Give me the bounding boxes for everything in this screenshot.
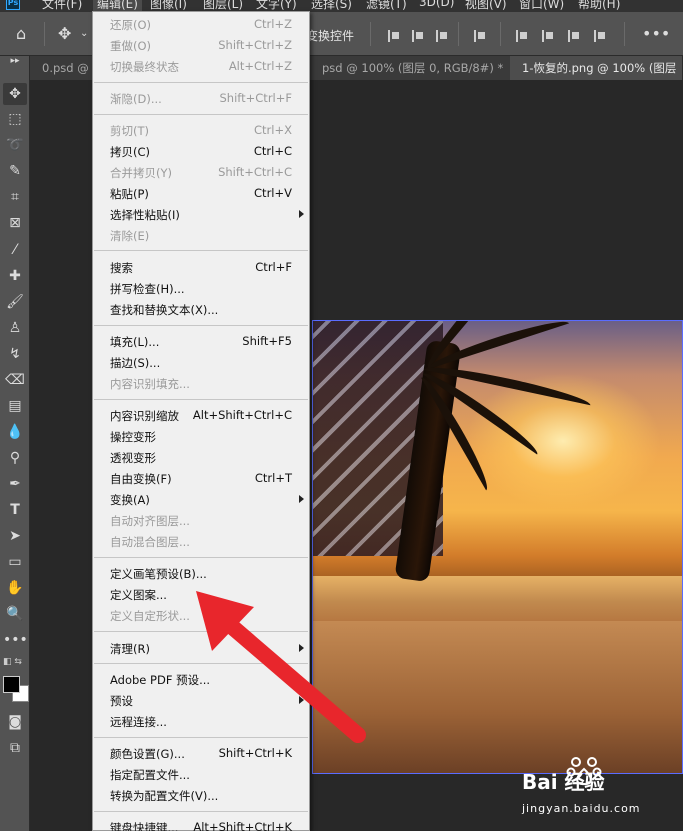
divider — [500, 22, 501, 46]
dodge-tool-icon[interactable]: ⚲ — [3, 447, 27, 469]
align-bottom-icon[interactable] — [568, 30, 580, 42]
menu-item-auto-align-layers[interactable]: 自动对齐图层... — [93, 510, 309, 531]
align-middle-v-icon[interactable] — [542, 30, 554, 42]
menu-item-paste-special[interactable]: 选择性粘贴(I) — [93, 204, 309, 225]
menu-item-free-transform[interactable]: 自由变换(F) Ctrl+T — [93, 468, 309, 489]
watermark-brand: Bai 经验 — [522, 770, 605, 794]
distribute-v-icon[interactable] — [594, 30, 606, 42]
divider — [624, 22, 625, 46]
history-brush-tool-icon[interactable]: ↯ — [3, 343, 27, 365]
menu-item-auto-blend-layers[interactable]: 自动混合图层... — [93, 531, 309, 552]
menu-item-redo[interactable]: 重做(O) Shift+Ctrl+Z — [93, 35, 309, 56]
menu-separator — [94, 557, 308, 558]
menu-window[interactable]: 窗口(W) — [519, 0, 564, 12]
menu-item-paste[interactable]: 粘贴(P) Ctrl+V — [93, 183, 309, 204]
divider — [370, 22, 371, 46]
menu-item-clear[interactable]: 清除(E) — [93, 225, 309, 246]
menu-3d[interactable]: 3D(D) — [419, 0, 454, 9]
menu-item-undo[interactable]: 还原(O) Ctrl+Z — [93, 14, 309, 35]
menu-file[interactable]: 文件(F) — [42, 0, 82, 12]
more-options-icon[interactable]: ••• — [642, 24, 670, 44]
gradient-tool-icon[interactable]: ▤ — [3, 395, 27, 417]
menu-item-copy[interactable]: 拷贝(C) Ctrl+C — [93, 141, 309, 162]
menu-item-content-aware-scale[interactable]: 内容识别缩放 Alt+Shift+Ctrl+C — [93, 405, 309, 426]
lasso-tool-icon[interactable]: ➰ — [3, 134, 27, 156]
menu-filter[interactable]: 滤镜(T) — [366, 0, 407, 12]
healing-brush-tool-icon[interactable]: ✚ — [3, 265, 27, 287]
menu-separator — [94, 82, 308, 83]
tools-panel: ▸▸ ✥ ⬚ ➰ ✎ ⌗ ⊠ ⁄ ✚ 🖌 ♙ ↯ ⌫ ▤ 💧 ⚲ ✒ T ➤ ▭… — [0, 56, 30, 831]
menu-separator — [94, 250, 308, 251]
align-right-icon[interactable] — [436, 30, 448, 42]
menu-view[interactable]: 视图(V) — [465, 0, 507, 12]
distribute-h-icon[interactable] — [474, 30, 486, 42]
menu-separator — [94, 325, 308, 326]
menu-item-puppet-warp[interactable]: 操控变形 — [93, 426, 309, 447]
menu-item-assign-profile[interactable]: 指定配置文件... — [93, 764, 309, 785]
menu-item-transform[interactable]: 变换(A) — [93, 489, 309, 510]
menu-item-copy-merged[interactable]: 合并拷贝(Y) Shift+Ctrl+C — [93, 162, 309, 183]
path-selection-tool-icon[interactable]: ➤ — [3, 525, 27, 547]
menu-item-check-spelling[interactable]: 拼写检查(H)... — [93, 278, 309, 299]
move-tool-icon[interactable]: ✥ — [3, 83, 27, 105]
menu-item-perspective-warp[interactable]: 透视变形 — [93, 447, 309, 468]
submenu-arrow-icon — [299, 210, 304, 218]
menu-separator — [94, 114, 308, 115]
divider — [458, 22, 459, 46]
menu-select[interactable]: 选择(S) — [311, 0, 352, 12]
quick-mask-icon[interactable]: ◙ — [3, 711, 27, 733]
menu-item-keyboard-shortcuts[interactable]: 键盘快捷键... Alt+Shift+Ctrl+K — [93, 817, 309, 831]
tab-restored-png[interactable]: 1-恢复的.png @ 100% (图层 — [510, 56, 683, 80]
brush-tool-icon[interactable]: 🖌 — [3, 291, 27, 313]
watermark-url: jingyan.baidu.com — [522, 802, 641, 815]
menu-item-search[interactable]: 搜索 Ctrl+F — [93, 257, 309, 278]
home-icon[interactable]: ⌂ — [16, 24, 26, 44]
align-left-icon[interactable] — [388, 30, 400, 42]
frame-tool-icon[interactable]: ⊠ — [3, 212, 27, 234]
collapse-panel-icon[interactable]: ▸▸ — [3, 56, 27, 66]
screen-mode-icon[interactable]: ⧉ — [3, 737, 27, 759]
show-transform-controls-label[interactable]: 变换控件 — [306, 27, 354, 44]
zoom-tool-icon[interactable]: 🔍 — [3, 603, 27, 625]
menu-item-convert-to-profile[interactable]: 转换为配置文件(V)... — [93, 785, 309, 806]
menu-item-fade[interactable]: 渐隐(D)... Shift+Ctrl+F — [93, 88, 309, 109]
default-colors-icon[interactable]: ◧ ⇆ — [3, 657, 22, 667]
eraser-tool-icon[interactable]: ⌫ — [3, 369, 27, 391]
menu-item-find-replace-text[interactable]: 查找和替换文本(X)... — [93, 299, 309, 320]
align-top-icon[interactable] — [516, 30, 528, 42]
foreground-color-swatch[interactable] — [3, 676, 20, 693]
align-center-h-icon[interactable] — [412, 30, 424, 42]
menu-item-stroke[interactable]: 描边(S)... — [93, 352, 309, 373]
menu-separator — [94, 399, 308, 400]
menu-item-color-settings[interactable]: 颜色设置(G)... Shift+Ctrl+K — [93, 743, 309, 764]
rectangle-tool-icon[interactable]: ▭ — [3, 551, 27, 573]
menu-item-fill[interactable]: 填充(L)... Shift+F5 — [93, 331, 309, 352]
pen-tool-icon[interactable]: ✒ — [3, 473, 27, 495]
tab-0-psd[interactable]: 0.psd @ — [30, 56, 94, 80]
menu-help[interactable]: 帮助(H) — [578, 0, 620, 12]
menu-item-content-aware-fill[interactable]: 内容识别填充... — [93, 373, 309, 394]
menu-item-cut[interactable]: 剪切(T) Ctrl+X — [93, 120, 309, 141]
hand-tool-icon[interactable]: ✋ — [3, 577, 27, 599]
crop-tool-icon[interactable]: ⌗ — [3, 186, 27, 208]
submenu-arrow-icon — [299, 495, 304, 503]
type-tool-icon[interactable]: T — [3, 499, 27, 521]
marquee-tool-icon[interactable]: ⬚ — [3, 108, 27, 130]
red-arrow-annotation-icon — [196, 591, 366, 743]
eyedropper-tool-icon[interactable]: ⁄ — [3, 239, 27, 261]
photoshop-logo-icon: Ps — [6, 0, 20, 10]
menu-separator — [94, 811, 308, 812]
menu-item-toggle-last-state[interactable]: 切换最终状态 Alt+Ctrl+Z — [93, 56, 309, 77]
blur-tool-icon[interactable]: 💧 — [3, 421, 27, 443]
edit-toolbar-icon[interactable]: ••• — [3, 629, 28, 651]
chevron-down-icon[interactable]: ⌄ — [80, 24, 88, 44]
divider — [44, 22, 45, 46]
tab-psd-layer0[interactable]: psd @ 100% (图层 0, RGB/8#) * — [310, 56, 520, 80]
move-tool-icon[interactable]: ✥ — [58, 24, 71, 44]
quick-select-tool-icon[interactable]: ✎ — [3, 160, 27, 182]
menu-item-define-brush-preset[interactable]: 定义画笔预设(B)... — [93, 563, 309, 584]
clone-stamp-tool-icon[interactable]: ♙ — [3, 317, 27, 339]
